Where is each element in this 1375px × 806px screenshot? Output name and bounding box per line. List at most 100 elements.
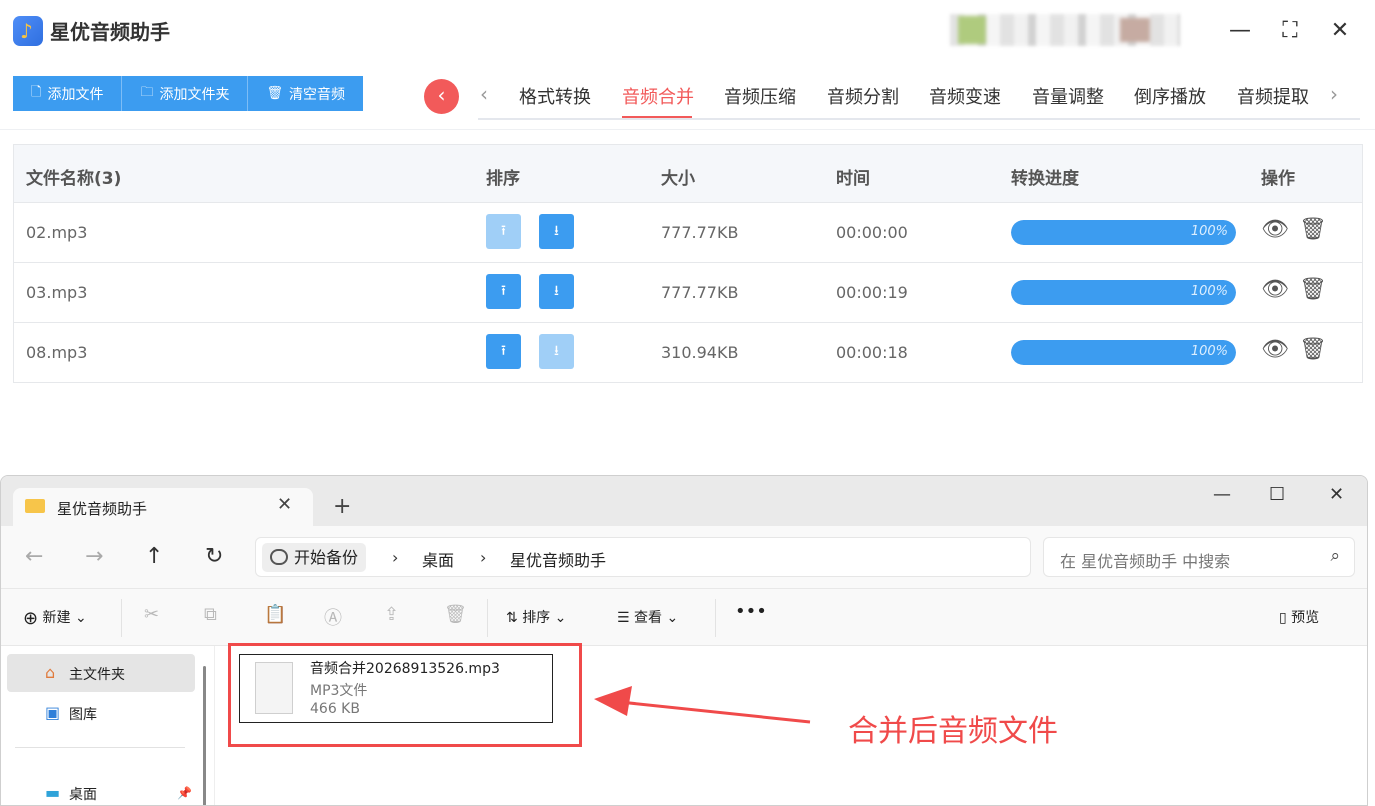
delete-icon[interactable]: 🗑: [444, 604, 467, 625]
file-name-cell: 08.mp3: [26, 343, 88, 362]
explorer-command-bar: ⊕ 新建 ⌄ ✂ ⧉ 📋 Ⓐ ⇪ 🗑 ⇅ 排序 ⌄ ☰ 查看 ⌄ ••• ▯ 预…: [1, 588, 1367, 646]
tab-audio-speed[interactable]: 音频变速: [929, 83, 1001, 109]
file-table: 文件名称(3) 排序 大小 时间 转换进度 操作 02.mp3 ⭱ ⭳ 777.…: [13, 144, 1363, 383]
close-icon[interactable]: ✕: [1325, 16, 1355, 46]
paste-icon[interactable]: 📋: [264, 604, 286, 625]
sidebar-item-desktop[interactable]: ▬ 桌面: [7, 774, 195, 805]
copy-icon[interactable]: ⧉: [204, 604, 217, 625]
move-up-button[interactable]: ⭱: [486, 334, 521, 369]
toolbar-button-group: 🗋 添加文件 🗀 添加文件夹 🗑 清空音频: [13, 76, 363, 111]
plus-circle-icon: ⊕: [23, 608, 39, 629]
explorer-tab[interactable]: 星优音频助手 ✕: [13, 488, 313, 526]
active-tab-indicator: [622, 116, 692, 118]
progress-bar: 100%: [1011, 340, 1236, 365]
backup-chip[interactable]: 开始备份: [262, 543, 367, 572]
preview-eye-icon[interactable]: 👁: [1261, 337, 1289, 362]
back-arrow-icon[interactable]: ←: [25, 544, 43, 569]
add-file-button[interactable]: 🗋 添加文件: [13, 76, 123, 111]
tab-format-convert[interactable]: 格式转换: [519, 83, 591, 109]
feature-tabs: 格式转换 音频合并 音频压缩 音频分割 音频变速 音量调整 倒序播放 音频提取: [478, 70, 1360, 120]
col-ops: 操作: [1261, 169, 1295, 189]
up-arrow-icon[interactable]: ↑: [145, 544, 163, 569]
cut-icon[interactable]: ✂: [144, 604, 159, 625]
address-field[interactable]: 开始备份 › 桌面 › 星优音频助手: [255, 537, 1031, 577]
divider: [715, 599, 716, 637]
file-size-cell: 777.77KB: [661, 283, 739, 302]
explorer-maximize-icon[interactable]: ☐: [1269, 484, 1285, 505]
sort-label: 排序: [522, 610, 551, 626]
sidebar-item-gallery[interactable]: ▣ 图库: [7, 694, 195, 732]
clear-audio-label: 清空音频: [288, 86, 345, 103]
tab-audio-compress[interactable]: 音频压缩: [724, 83, 796, 109]
delete-icon[interactable]: 🗑: [1299, 337, 1327, 362]
maximize-icon[interactable]: ⛶: [1275, 16, 1305, 46]
move-down-button[interactable]: ⭳: [539, 334, 574, 369]
file-size-cell: 777.77KB: [661, 223, 739, 242]
delete-icon[interactable]: 🗑: [1299, 217, 1327, 242]
refresh-icon[interactable]: ↻: [205, 544, 223, 569]
sort-icon: ⇅: [506, 610, 518, 626]
tab-audio-merge[interactable]: 音频合并: [622, 83, 694, 109]
preview-eye-icon[interactable]: 👁: [1261, 277, 1289, 302]
more-options-icon[interactable]: •••: [735, 601, 767, 622]
table-row: 03.mp3 ⭱ ⭳ 777.77KB 00:00:19 100% 👁 🗑: [14, 263, 1362, 323]
tabs-scroll-right-icon[interactable]: ›: [1330, 82, 1338, 106]
clear-audio-button[interactable]: 🗑 清空音频: [248, 76, 363, 111]
rename-icon[interactable]: Ⓐ: [324, 604, 342, 630]
file-time-cell: 00:00:00: [836, 223, 908, 242]
move-down-button[interactable]: ⭳: [539, 274, 574, 309]
divider: [0, 129, 1375, 130]
tab-reverse-play[interactable]: 倒序播放: [1134, 83, 1206, 109]
preview-pane-icon: ▯: [1279, 610, 1287, 626]
new-button[interactable]: ⊕ 新建 ⌄: [23, 607, 87, 629]
desktop-icon: ▬: [45, 783, 61, 802]
folder-icon: [25, 499, 45, 513]
delete-icon[interactable]: 🗑: [1299, 277, 1327, 302]
file-size-cell: 310.94KB: [661, 343, 739, 362]
table-row: 08.mp3 ⭱ ⭳ 310.94KB 00:00:18 100% 👁 🗑: [14, 323, 1362, 383]
annotation-arrow: [594, 686, 811, 724]
forward-arrow-icon[interactable]: →: [85, 544, 103, 569]
tab-close-icon[interactable]: ✕: [277, 494, 292, 515]
divider: [15, 747, 185, 748]
file-name-cell: 02.mp3: [26, 223, 88, 242]
preview-eye-icon[interactable]: 👁: [1261, 217, 1289, 242]
search-placeholder: 在 星优音频助手 中搜索: [1060, 552, 1231, 571]
tab-audio-split[interactable]: 音频分割: [827, 83, 899, 109]
col-time: 时间: [836, 169, 870, 189]
sidebar-item-home[interactable]: ⌂ 主文件夹: [7, 654, 195, 692]
view-button[interactable]: ☰ 查看 ⌄: [617, 607, 678, 627]
breadcrumb-desktop[interactable]: 桌面: [422, 547, 454, 571]
app-logo-icon: [13, 16, 43, 46]
file-icon: 🗋: [31, 84, 42, 100]
search-icon: ⌕: [1330, 546, 1340, 566]
back-circle-button[interactable]: ‹: [424, 79, 459, 114]
annotation-label: 合并后音频文件: [848, 714, 1058, 749]
move-down-button[interactable]: ⭳: [539, 214, 574, 249]
scrollbar[interactable]: [203, 666, 206, 805]
view-label: 查看: [634, 610, 663, 626]
sort-button[interactable]: ⇅ 排序 ⌄: [506, 607, 566, 627]
gallery-icon: ▣: [45, 703, 61, 722]
col-size: 大小: [661, 169, 695, 189]
minimize-icon[interactable]: —: [1225, 16, 1255, 46]
add-folder-button[interactable]: 🗀 添加文件夹: [122, 76, 249, 111]
divider: [121, 599, 122, 637]
preview-pane-button[interactable]: ▯ 预览: [1279, 607, 1319, 627]
explorer-close-icon[interactable]: ✕: [1329, 484, 1344, 505]
table-header: 文件名称(3) 排序 大小 时间 转换进度 操作: [14, 145, 1362, 203]
move-up-button[interactable]: ⭱: [486, 274, 521, 309]
file-time-cell: 00:00:19: [836, 283, 908, 302]
search-input[interactable]: 在 星优音频助手 中搜索 ⌕: [1043, 537, 1355, 577]
breadcrumb-folder[interactable]: 星优音频助手: [510, 547, 606, 571]
explorer-minimize-icon[interactable]: —: [1213, 484, 1231, 505]
tab-volume-adjust[interactable]: 音量调整: [1032, 83, 1104, 109]
share-icon[interactable]: ⇪: [384, 604, 399, 625]
chevron-right-icon: ›: [480, 548, 487, 567]
new-tab-icon[interactable]: +: [333, 494, 351, 519]
move-up-button[interactable]: ⭱: [486, 214, 521, 249]
tab-audio-extract[interactable]: 音频提取: [1237, 83, 1309, 109]
trash-icon: 🗑: [266, 86, 283, 101]
table-row: 02.mp3 ⭱ ⭳ 777.77KB 00:00:00 100% 👁 🗑: [14, 203, 1362, 263]
app-title: 星优音频助手: [50, 20, 170, 44]
